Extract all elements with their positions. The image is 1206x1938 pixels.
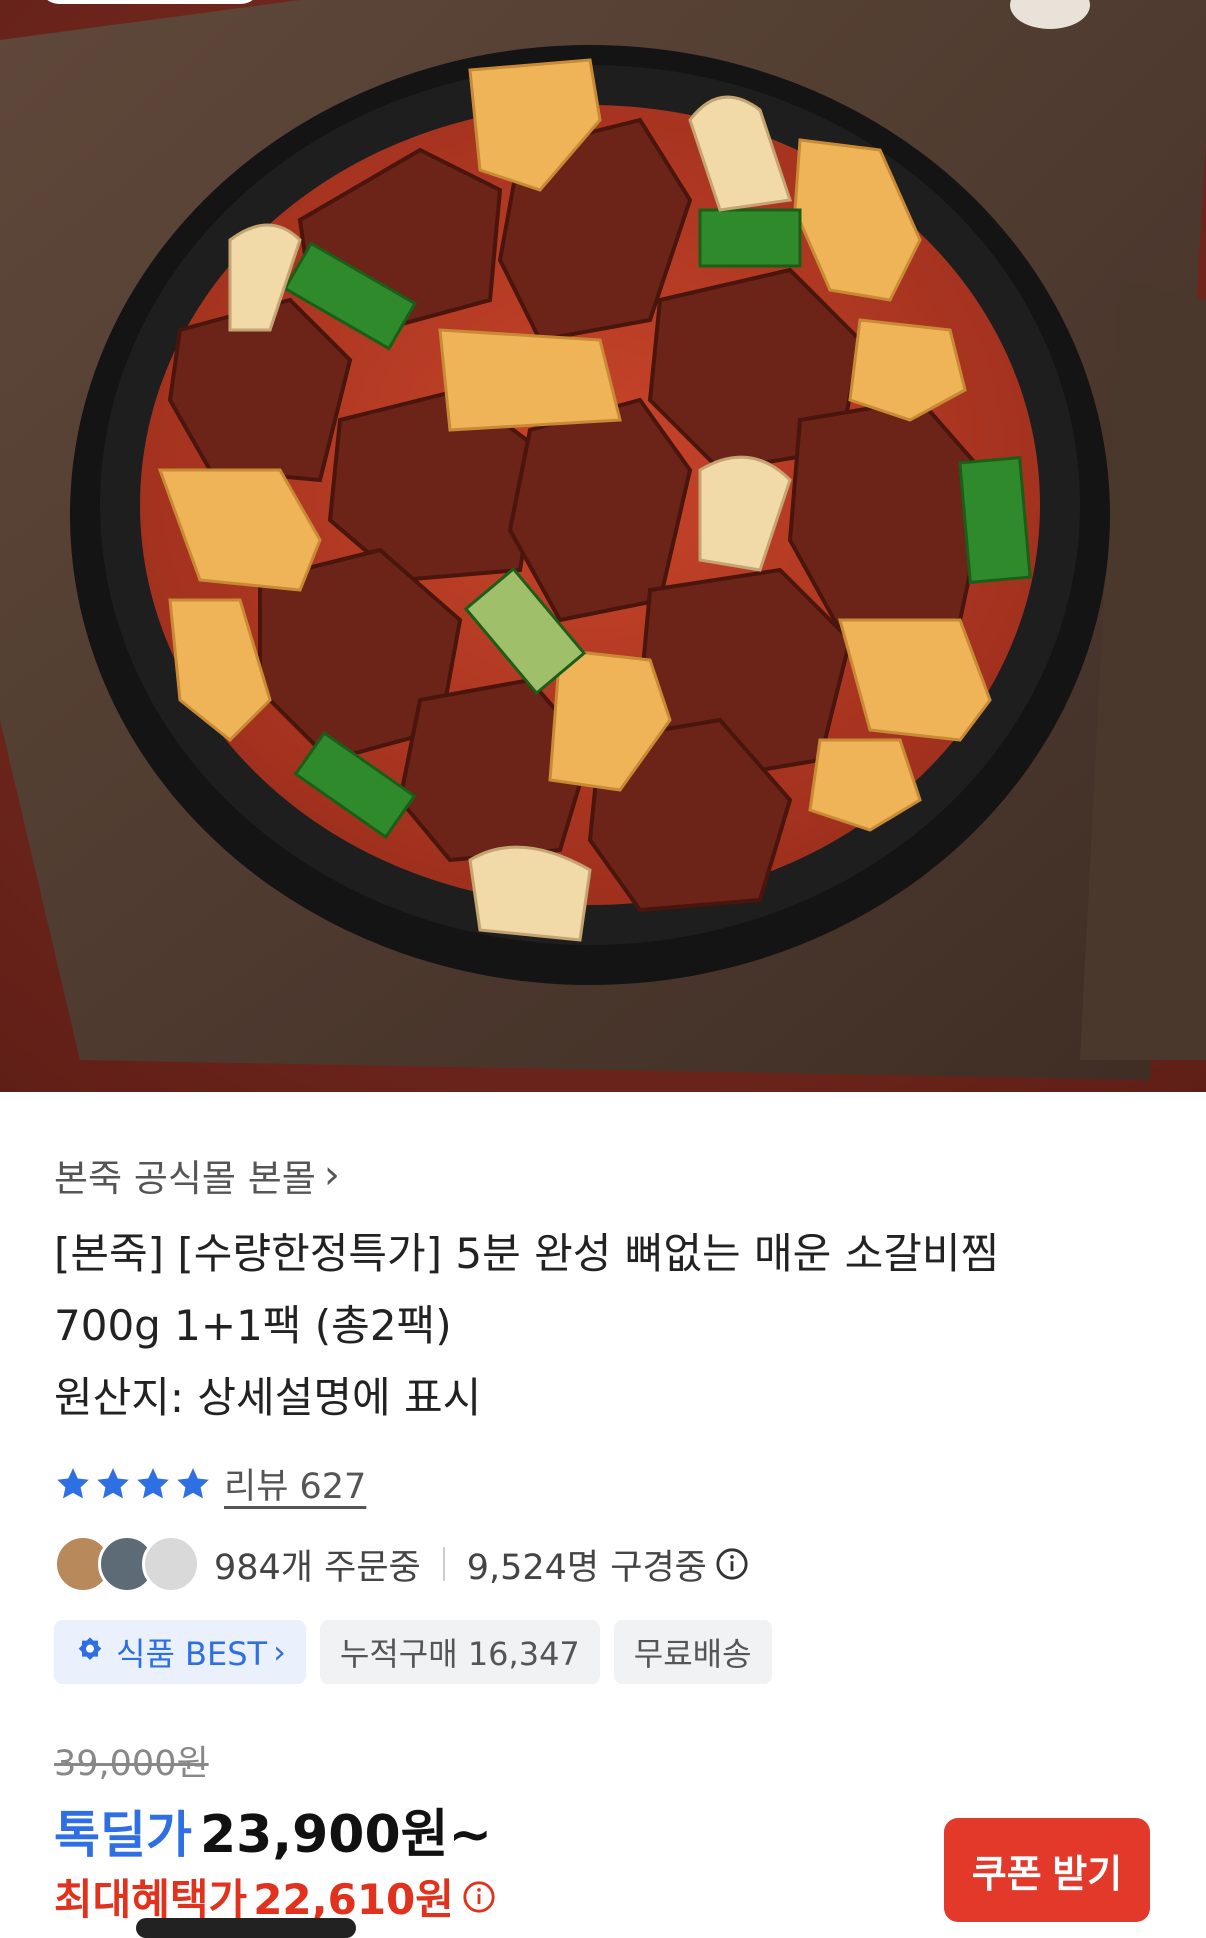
braised-short-ribs-photo — [0, 0, 1206, 1092]
star-icon — [137, 1467, 169, 1498]
buyer-avatars — [54, 1535, 200, 1593]
ordering-count: 984개 주문중 — [214, 1547, 421, 1588]
deal-price: 23,900원~ — [200, 1805, 493, 1865]
watching-count: 9,524명 구경중 — [466, 1547, 707, 1588]
food-best-badge[interactable]: 식품 BEST › — [54, 1620, 306, 1684]
product-image[interactable] — [0, 0, 1206, 1092]
store-link[interactable]: 본죽 공식몰 본몰 › — [54, 1148, 340, 1202]
get-coupon-button[interactable]: 쿠폰 받기 — [944, 1818, 1150, 1922]
product-title-line2: 700g 1+1팩 (총2팩) — [54, 1301, 452, 1350]
star-icon — [57, 1467, 89, 1498]
deal-label: 톡딜가 — [54, 1806, 192, 1864]
avatar — [142, 1535, 200, 1593]
chevron-right-icon: › — [323, 1152, 340, 1198]
star-icon — [97, 1467, 129, 1498]
star-icon — [177, 1467, 209, 1498]
social-proof-row: 984개 주문중 9,524명 구경중 — [54, 1535, 749, 1593]
divider — [442, 1547, 445, 1581]
product-title-line1: [본죽] [수량한정특가] 5분 완성 뼈없는 매운 소갈비찜 — [54, 1229, 1000, 1278]
gear-badge-icon — [78, 1637, 102, 1660]
free-shipping-badge: 무료배송 — [613, 1620, 772, 1684]
info-icon[interactable] — [462, 1880, 496, 1914]
top-overlay-pill — [40, 0, 260, 4]
chevron-right-icon: › — [273, 1633, 286, 1671]
badge-row: 식품 BEST › 누적구매 16,347 무료배송 — [54, 1620, 772, 1684]
store-name: 본죽 공식몰 본몰 — [54, 1157, 316, 1200]
deal-price-row: 톡딜가 23,900원~ — [54, 1792, 492, 1867]
original-price: 39,000원 — [54, 1744, 209, 1784]
review-count-link[interactable]: 리뷰 627 — [224, 1458, 366, 1509]
product-origin: 원산지: 상세설명에 표시 — [54, 1373, 482, 1422]
info-icon[interactable] — [715, 1547, 749, 1581]
product-title: [본죽] [수량한정특가] 5분 완성 뼈없는 매운 소갈비찜 700g 1+1… — [54, 1218, 1154, 1434]
cumulative-purchase-badge: 누적구매 16,347 — [319, 1620, 600, 1684]
food-best-label: 식품 BEST — [116, 1635, 268, 1673]
rating-row[interactable]: 리뷰 627 — [54, 1458, 366, 1509]
bottom-overlay-bar — [136, 1918, 356, 1938]
